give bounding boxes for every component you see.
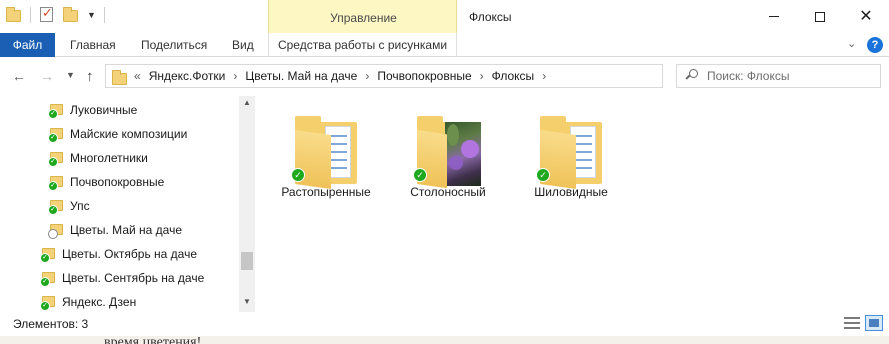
folder-synced-icon: ✓ (48, 102, 66, 119)
scrollbar-thumb[interactable] (241, 252, 253, 270)
tab-share[interactable]: Поделиться (141, 33, 207, 57)
nav-pane-scrollbar[interactable]: ▲ ▼ (239, 96, 255, 312)
tree-item[interactable]: ✓ Почвопокровные (48, 171, 164, 193)
navigation-pane: ✓ Луковичные ✓ Майские композиции ✓ Мног… (0, 96, 255, 312)
folder-name: Растопыренные (281, 185, 371, 199)
folder-item[interactable]: ✓ Столоносный (393, 96, 503, 206)
tree-item[interactable]: ✓ Луковичные (48, 99, 137, 121)
address-bar[interactable]: « Яндекс.Фотки › Цветы. Май на даче › По… (105, 64, 756, 88)
expand-ribbon-icon[interactable]: ⌄ (847, 37, 856, 50)
navigation-bar: ← → ▼ ↑ « Яндекс.Фотки › Цветы. Май на д… (0, 58, 889, 96)
back-arrow-icon[interactable]: ← (12, 68, 26, 84)
close-icon: ✕ (859, 7, 873, 25)
help-icon[interactable]: ? (867, 37, 883, 53)
properties-icon[interactable] (39, 5, 55, 23)
folder-synced-icon: ✓ (40, 246, 58, 263)
quick-access-toolbar: ▼ (6, 5, 113, 23)
breadcrumb-overflow[interactable]: « (134, 69, 141, 83)
folder-icon (112, 70, 127, 85)
tree-item[interactable]: ✓ Майские композиции (48, 123, 187, 145)
tree-item[interactable]: ✓ Многолетники (48, 147, 148, 169)
recent-locations-icon[interactable]: ▼ (66, 70, 75, 80)
chevron-right-icon[interactable]: › (542, 69, 546, 83)
search-icon (685, 69, 698, 81)
details-view-icon[interactable] (844, 316, 860, 330)
tree-item[interactable]: ✓ Упс (48, 195, 90, 217)
title-bar: ▼ Управление Флоксы ✕ (0, 0, 889, 33)
folder-synced-icon: ✓ (40, 270, 58, 287)
folder-name: Столоносный (410, 185, 486, 199)
breadcrumb-item[interactable]: Цветы. Май на даче (245, 69, 357, 83)
search-input[interactable]: Поиск: Флоксы (676, 64, 881, 88)
minimize-button[interactable] (751, 0, 797, 33)
scroll-up-icon[interactable]: ▲ (239, 98, 255, 107)
breadcrumb: « Яндекс.Фотки › Цветы. Май на даче › По… (134, 69, 554, 83)
sync-status-icon: ✓ (291, 168, 305, 182)
folder-synced-icon: ✓ (48, 150, 66, 167)
breadcrumb-item[interactable]: Яндекс.Фотки (149, 69, 226, 83)
item-count: Элементов: 3 (13, 317, 89, 331)
tab-home[interactable]: Главная (70, 33, 116, 57)
manage-tab[interactable]: Управление (269, 11, 458, 25)
folder-synced-icon: ✓ (48, 198, 66, 215)
breadcrumb-item[interactable]: Почвопокровные (377, 69, 471, 83)
ribbon-tabs: Файл Главная Поделиться Вид Средства раб… (0, 33, 889, 57)
tree-item-label: Луковичные (70, 103, 138, 117)
tab-picture-tools[interactable]: Средства работы с рисунками (268, 33, 457, 57)
tree-item-label: Майские композиции (70, 127, 188, 141)
minimize-icon (769, 16, 779, 17)
scroll-down-icon[interactable]: ▼ (239, 297, 255, 306)
search-placeholder: Поиск: Флоксы (707, 69, 790, 83)
tree-item-label: Цветы. Октябрь на даче (62, 247, 197, 261)
maximize-button[interactable] (797, 0, 843, 33)
status-bar: Элементов: 3 (0, 312, 889, 336)
large-icons-view-icon[interactable] (865, 315, 883, 331)
tree-item-label: Упс (70, 199, 90, 213)
sync-status-icon: ✓ (536, 168, 550, 182)
folder-synced-icon: ✓ (40, 294, 58, 311)
tree-item-label: Многолетники (70, 151, 148, 165)
window-title: Флоксы (469, 10, 512, 24)
folder-icon (6, 7, 22, 23)
toolbar-divider (103, 7, 105, 23)
forward-arrow-icon[interactable]: → (40, 68, 54, 84)
tree-item-label: Почвопокровные (70, 175, 165, 189)
tree-item[interactable]: Цветы. Май на даче (48, 219, 182, 241)
customize-toolbar-icon[interactable]: ▼ (87, 10, 96, 20)
contextual-tab-group: Управление (268, 0, 457, 33)
chevron-right-icon[interactable]: › (480, 69, 484, 83)
folder-syncing-icon (48, 222, 66, 239)
folder-name: Шиловидные (534, 185, 608, 199)
folder-synced-icon: ✓ (48, 126, 66, 143)
tab-view[interactable]: Вид (232, 33, 254, 57)
up-arrow-icon[interactable]: ↑ (86, 68, 94, 85)
tree-item[interactable]: ✓ Цветы. Октябрь на даче (40, 243, 197, 265)
folder-item[interactable]: ✓ Шиловидные (516, 96, 626, 206)
tree-item-label: Цветы. Май на даче (70, 223, 182, 237)
tree-item[interactable]: ✓ Цветы. Сентябрь на даче (40, 267, 204, 289)
tree-item[interactable]: ✓ Яндекс. Дзен (40, 291, 136, 313)
chevron-right-icon[interactable]: › (365, 69, 369, 83)
toolbar-divider (30, 7, 31, 23)
folder-item[interactable]: ✓ Растопыренные (271, 96, 381, 206)
background-text: время цветения! (104, 336, 202, 344)
maximize-icon (815, 11, 825, 22)
chevron-right-icon[interactable]: › (233, 69, 237, 83)
folder-synced-icon: ✓ (48, 174, 66, 191)
tab-file[interactable]: Файл (0, 33, 55, 57)
sync-status-icon: ✓ (413, 168, 427, 182)
tree-item-label: Яндекс. Дзен (62, 295, 137, 309)
tree-item-label: Цветы. Сентябрь на даче (62, 271, 205, 285)
file-list: ✓ Растопыренные ✓ Столоносный ✓ Шиловидн… (256, 96, 889, 312)
close-button[interactable]: ✕ (843, 0, 889, 33)
new-folder-icon[interactable] (63, 7, 79, 23)
breadcrumb-item[interactable]: Флоксы (492, 69, 535, 83)
